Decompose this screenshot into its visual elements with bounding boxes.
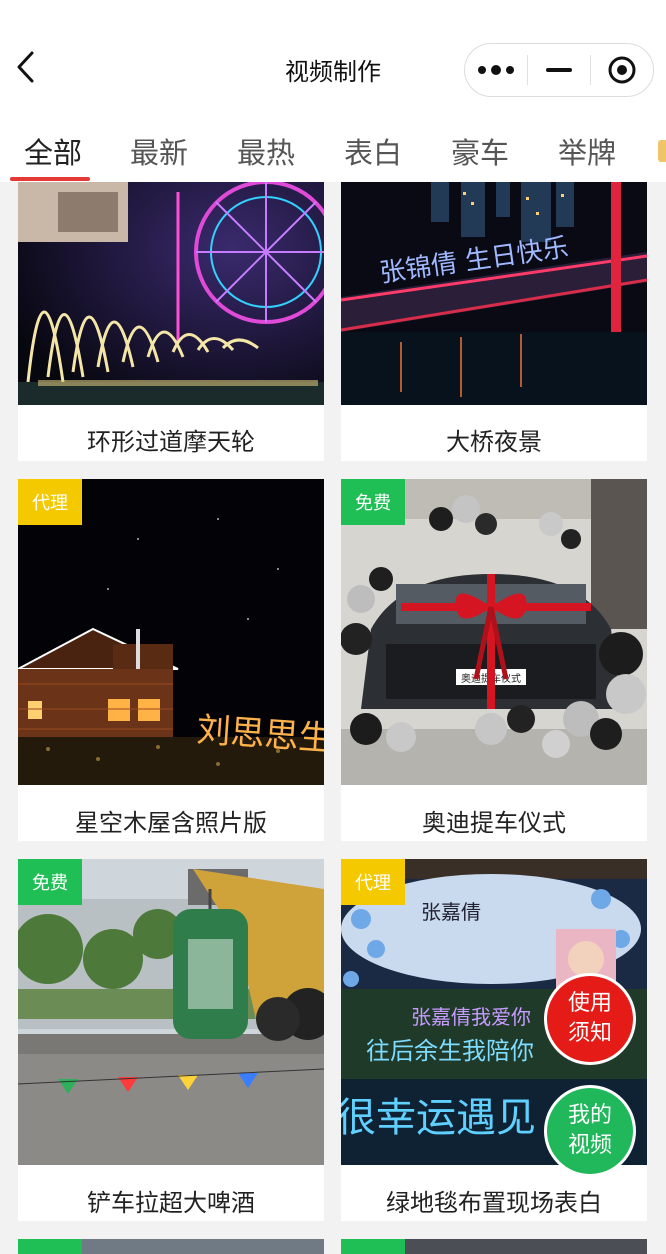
my-videos-line2: 视频 xyxy=(567,1133,612,1158)
minus-icon xyxy=(546,68,572,72)
template-card[interactable] xyxy=(341,1239,647,1254)
miniprogram-capsule xyxy=(464,43,654,97)
my-videos-line1: 我的 xyxy=(567,1103,612,1128)
usage-notice-button[interactable]: 使用 须知 xyxy=(547,976,633,1062)
lawn-overlay-line3: 很幸运遇见 xyxy=(341,1095,536,1141)
bridge-night-thumbnail: 张锦倩 生日快乐 xyxy=(341,182,647,405)
tab-newest[interactable]: 最新 xyxy=(130,130,188,172)
minimize-button[interactable] xyxy=(528,44,590,96)
template-title: 绿地毯布置现场表白 xyxy=(386,1189,602,1217)
template-title: 大桥夜景 xyxy=(446,428,542,456)
usage-notice-line1: 使用 xyxy=(567,991,612,1016)
tab-sign-holding[interactable]: 举牌 xyxy=(558,130,616,172)
template-card[interactable]: 张锦倩 生日快乐 大桥夜景 xyxy=(341,182,647,461)
template-card[interactable] xyxy=(18,1239,324,1254)
template-card[interactable]: 代理 刘思思生 星空木屋含照片版 xyxy=(18,479,324,841)
template-title: 奥迪提车仪式 xyxy=(422,809,566,837)
template-card[interactable]: 免费 铲车拉超大啤酒 xyxy=(18,859,324,1221)
agent-badge: 代理 xyxy=(341,859,405,905)
close-miniprogram-button[interactable] xyxy=(591,44,653,96)
template-thumbnail xyxy=(82,1239,324,1254)
tab-luxury-car[interactable]: 豪车 xyxy=(451,130,509,172)
template-title: 环形过道摩天轮 xyxy=(87,428,255,456)
ferris-wheel-thumbnail xyxy=(18,182,324,405)
video-template-grid: 环形过道摩天轮 张锦倩 生日快乐 大桥夜景 代理 刘思思生 星空木屋含照片版 免… xyxy=(0,182,666,1254)
more-menu-button[interactable] xyxy=(465,44,527,96)
template-title: 铲车拉超大啤酒 xyxy=(87,1189,255,1217)
active-tab-indicator xyxy=(10,177,90,181)
tab-hottest[interactable]: 最热 xyxy=(237,130,295,172)
lawn-overlay-line2: 往后余生我陪你 xyxy=(366,1037,534,1065)
badge-strip xyxy=(18,1239,82,1254)
agent-badge: 代理 xyxy=(18,479,82,525)
target-icon xyxy=(608,56,636,84)
free-badge: 免费 xyxy=(341,479,405,525)
template-thumbnail: 张锦倩 生日快乐 xyxy=(341,182,647,405)
more-dots-icon xyxy=(478,65,514,75)
lawn-board-text: 张嘉倩 xyxy=(421,900,481,924)
usage-notice-line2: 须知 xyxy=(567,1021,612,1046)
tab-overflow-hint xyxy=(658,140,666,162)
template-card[interactable]: 免费 奥迪提车仪式 xyxy=(341,479,647,841)
category-tabs: 全部 最新 最热 表白 豪车 举牌 xyxy=(0,120,666,182)
tab-confession[interactable]: 表白 xyxy=(344,130,402,172)
navigation-bar: 视频制作 xyxy=(0,0,666,120)
template-thumbnail xyxy=(18,182,324,405)
template-title: 星空木屋含照片版 xyxy=(75,809,267,837)
lawn-overlay-line1: 张嘉倩我爱你 xyxy=(411,1005,531,1029)
free-badge: 免费 xyxy=(18,859,82,905)
template-thumbnail xyxy=(405,1239,647,1254)
my-videos-button[interactable]: 我的 视频 xyxy=(547,1088,633,1174)
template-card[interactable]: 环形过道摩天轮 xyxy=(18,182,324,461)
badge-strip xyxy=(341,1239,405,1254)
tab-all[interactable]: 全部 xyxy=(24,130,82,172)
